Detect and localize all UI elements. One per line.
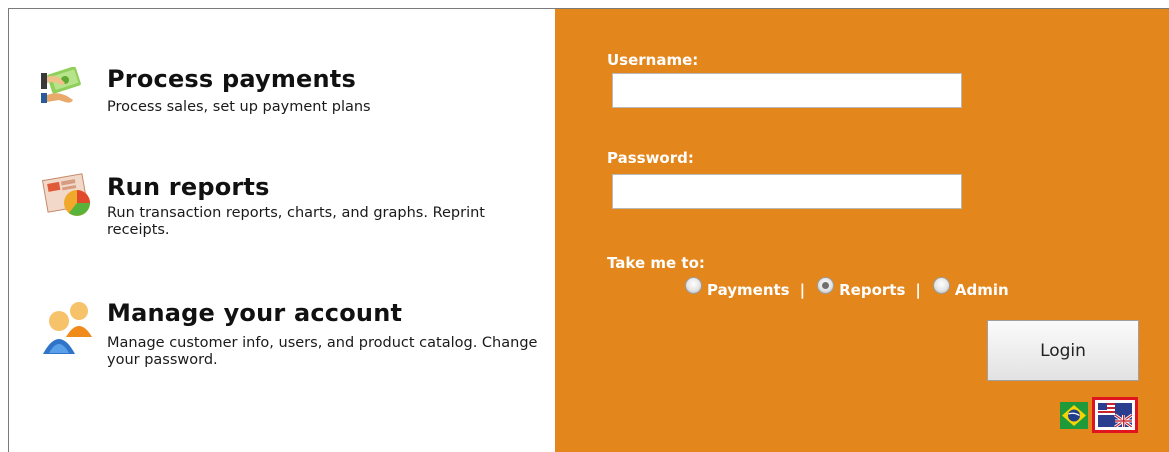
feature-process-payments[interactable]: Process payments Process sales, set up p… <box>9 65 549 125</box>
separator: | <box>799 281 806 299</box>
radio-label-admin[interactable]: Admin <box>955 281 1009 299</box>
login-panel: Username: Password: Take me to: Payments… <box>555 9 1169 452</box>
take-me-to-label: Take me to: <box>607 254 705 272</box>
feature-manage-account[interactable]: Manage your account Manage customer info… <box>9 299 549 379</box>
feature-description: Run transaction reports, charts, and gra… <box>107 205 485 238</box>
account-users-icon <box>39 299 99 359</box>
radio-label-payments[interactable]: Payments <box>707 281 790 299</box>
password-label: Password: <box>607 149 694 167</box>
payments-icon <box>39 66 99 127</box>
feature-title[interactable]: Process payments <box>107 65 356 93</box>
uk-flag-icon-selected[interactable] <box>1092 397 1138 433</box>
username-input[interactable] <box>612 73 962 108</box>
reports-icon <box>39 173 99 233</box>
separator: | <box>915 281 921 299</box>
radio-label-reports[interactable]: Reports <box>839 281 905 299</box>
username-label: Username: <box>607 51 699 69</box>
feature-run-reports[interactable]: Run reports Run transaction reports, cha… <box>9 173 549 253</box>
feature-title[interactable]: Manage your account <box>107 299 402 327</box>
feature-title[interactable]: Run reports <box>107 173 270 201</box>
radio-payments[interactable] <box>685 276 702 294</box>
uk-flag-icon <box>1098 403 1132 427</box>
feature-description: Process sales, set up payment plans <box>107 99 371 115</box>
radio-reports[interactable] <box>817 276 835 294</box>
radio-admin[interactable] <box>932 276 950 294</box>
password-input[interactable] <box>612 174 962 209</box>
feature-description: Manage customer info, users, and product… <box>107 335 538 368</box>
destination-radio-group: Payments | Reports | Admin <box>685 276 1009 299</box>
features-panel: Process payments Process sales, set up p… <box>9 9 555 452</box>
login-button[interactable]: Login <box>987 320 1139 381</box>
brazil-flag-icon[interactable] <box>1060 402 1088 429</box>
